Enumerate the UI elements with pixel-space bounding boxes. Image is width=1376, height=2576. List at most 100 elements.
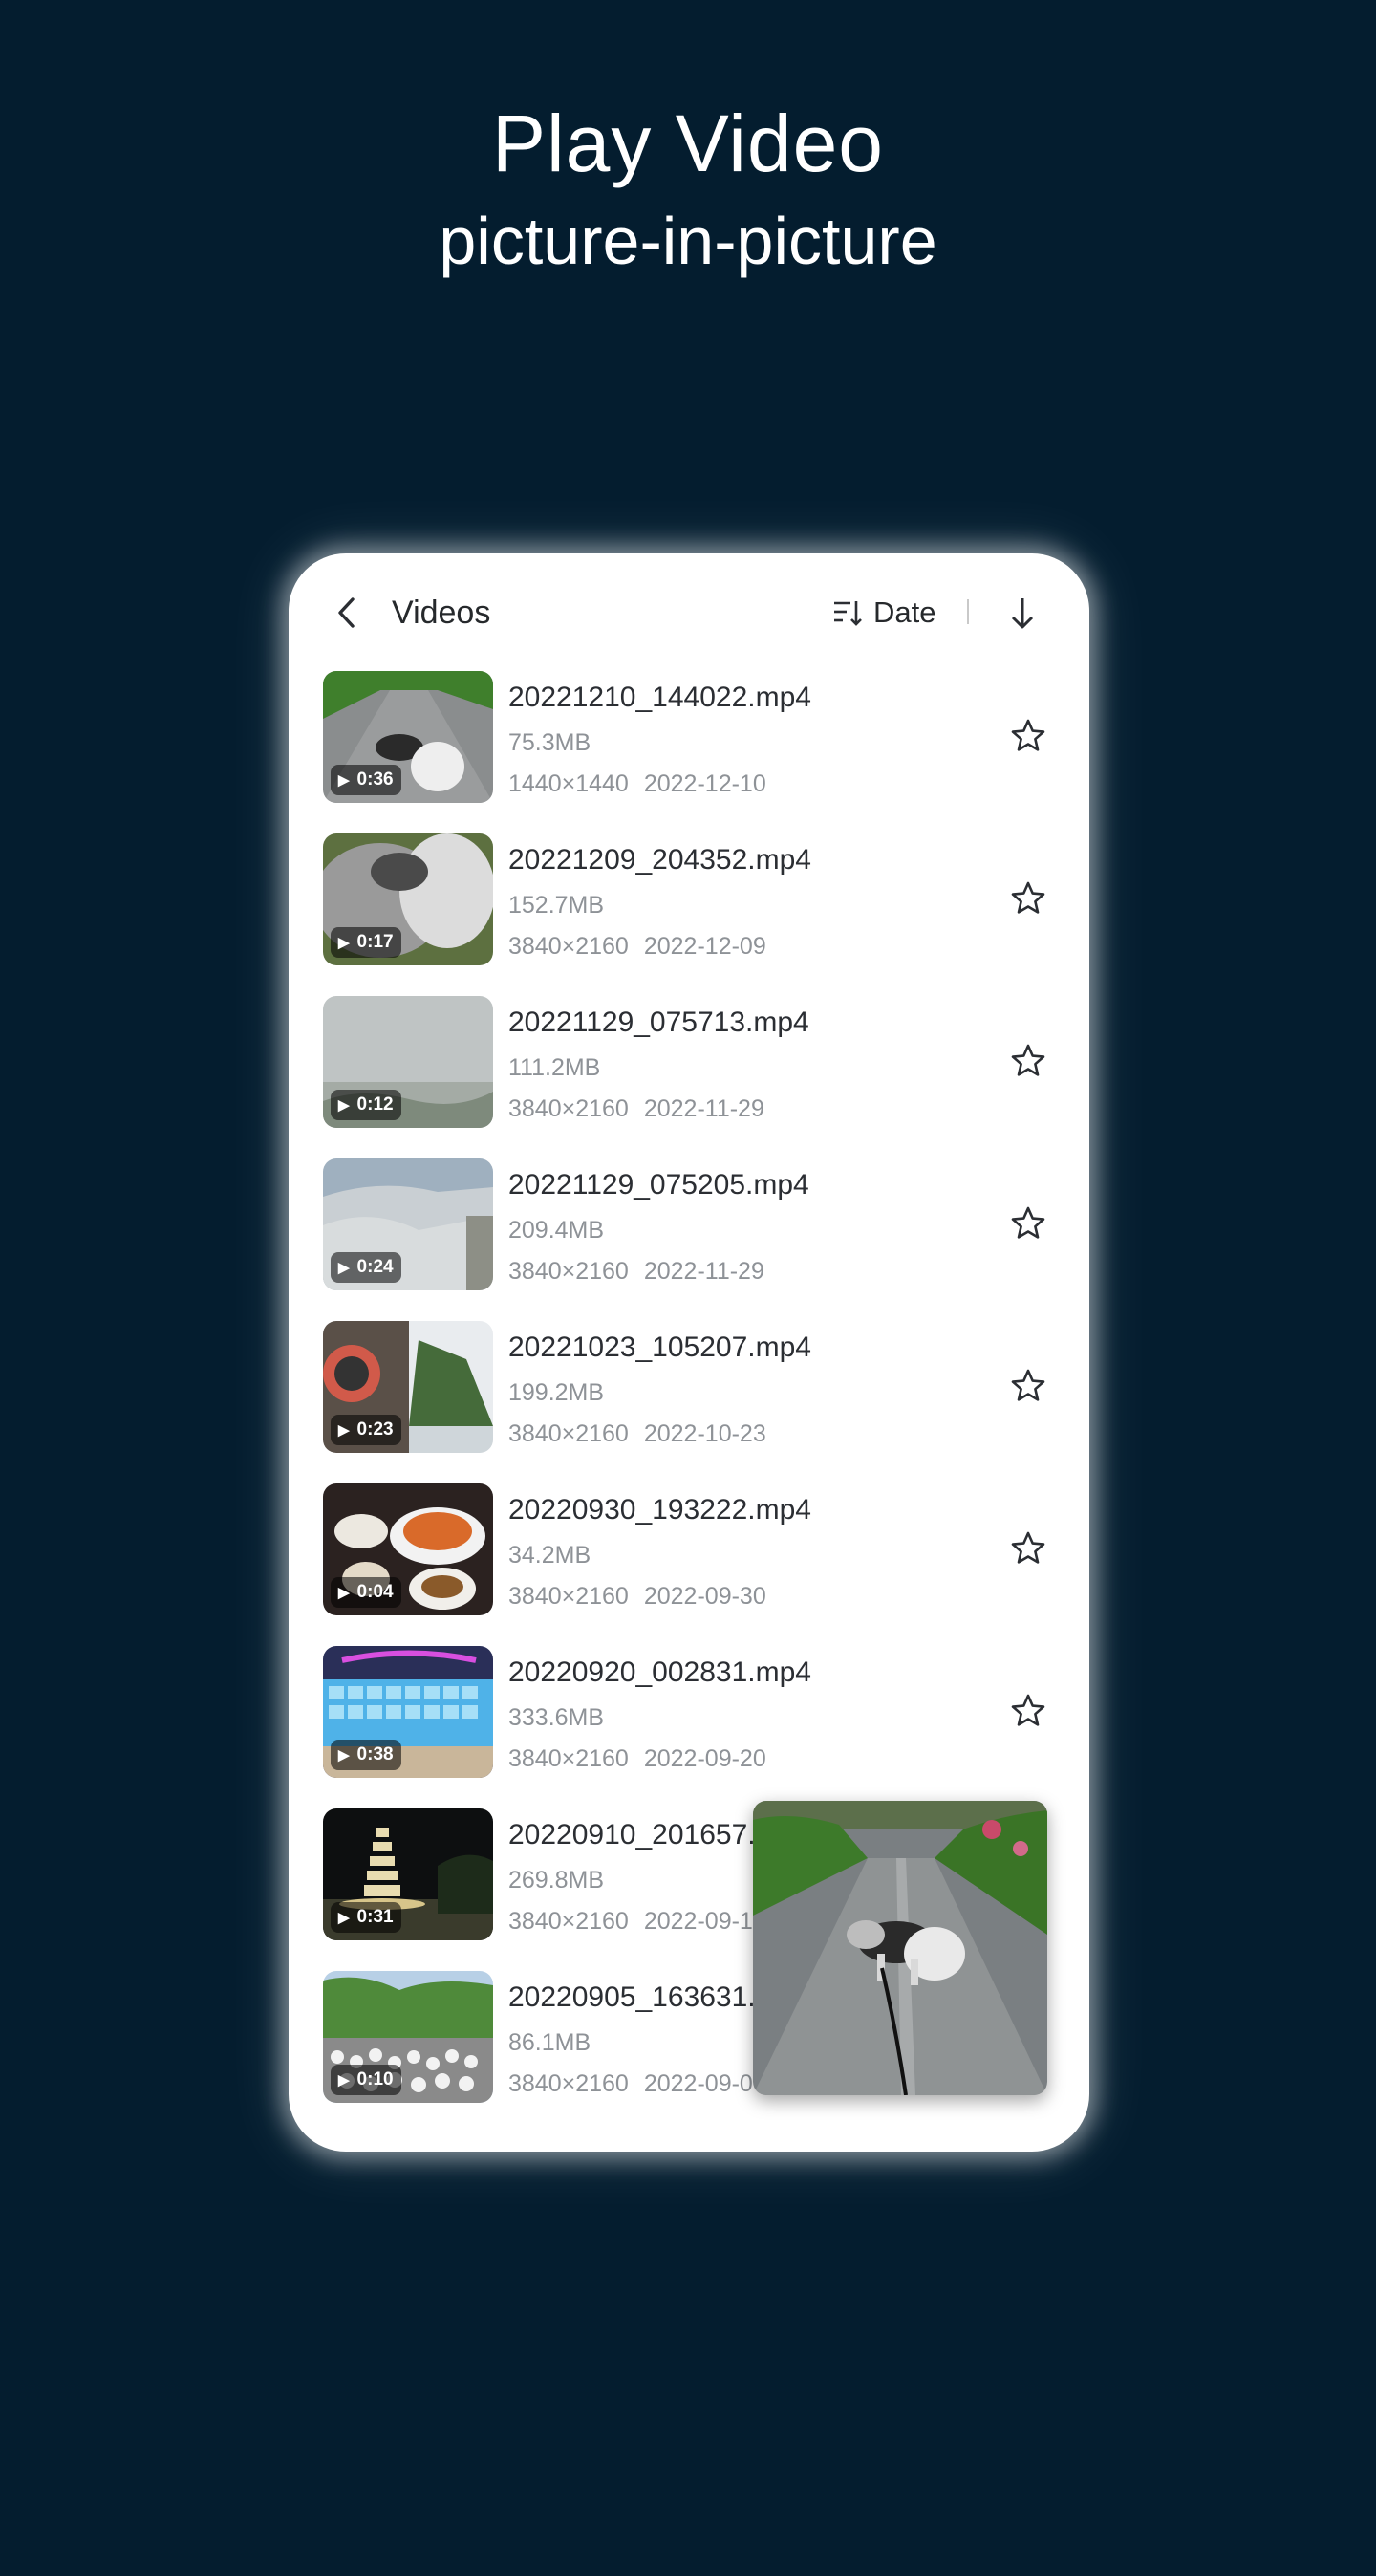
video-date: 2022-09-20 (643, 1745, 766, 1772)
video-list-item[interactable]: ▶ 0:36 20221210_144022.mp4 75.3MB 1440×1440 2… (323, 671, 1068, 833)
pip-video-window[interactable] (753, 1801, 1047, 2095)
sort-button[interactable]: Date (831, 594, 935, 632)
duration-badge: ▶ 0:10 (331, 2065, 401, 2095)
duration-text: 0:10 (356, 2069, 394, 2089)
video-date: 2022-11-29 (643, 1095, 764, 1122)
page-title: Videos (392, 595, 491, 631)
app-bar: Videos Date (289, 553, 1089, 673)
video-filesize: 111.2MB (508, 1054, 601, 1081)
video-filename: 20221129_075205.mp4 (508, 1169, 809, 1201)
video-date: 2022-11-29 (643, 1258, 764, 1285)
toolbar-divider (967, 599, 969, 624)
star-outline-icon[interactable] (1009, 1367, 1047, 1405)
play-icon: ▶ (338, 1422, 350, 1439)
video-date: 2022-12-10 (643, 770, 766, 797)
sort-icon (834, 601, 862, 626)
video-thumbnail[interactable]: ▶ 0:31 (323, 1808, 493, 1940)
video-filesize: 152.7MB (508, 892, 605, 919)
star-outline-icon[interactable] (1009, 1042, 1047, 1080)
video-meta: 3840×2160 2022-12-09 (508, 932, 766, 961)
video-resolution: 3840×2160 (508, 1258, 629, 1285)
play-icon: ▶ (338, 1097, 350, 1114)
play-icon: ▶ (338, 1260, 350, 1276)
duration-text: 0:38 (356, 1744, 394, 1764)
video-filename: 20220910_201657. (508, 1819, 756, 1851)
promo-headline: Play Video picture-in-picture (0, 96, 1376, 289)
duration-text: 0:17 (356, 932, 394, 952)
duration-text: 0:31 (356, 1907, 394, 1927)
star-outline-icon[interactable] (1009, 1529, 1047, 1568)
star-outline-icon[interactable] (1009, 1692, 1047, 1730)
video-thumbnail[interactable]: ▶ 0:38 (323, 1646, 493, 1778)
video-meta: 3840×2160 2022-09-1 (508, 1907, 753, 1936)
duration-badge: ▶ 0:04 (331, 1577, 401, 1608)
video-date: 2022-09-1 (643, 1908, 753, 1935)
video-thumbnail[interactable]: ▶ 0:23 (323, 1321, 493, 1453)
arrow-down-icon[interactable] (1003, 594, 1042, 632)
video-meta: 3840×2160 2022-09-20 (508, 1744, 766, 1773)
video-resolution: 3840×2160 (508, 1420, 629, 1447)
video-list-item[interactable]: ▶ 0:12 20221129_075713.mp4 111.2MB 3840×2160… (323, 996, 1068, 1158)
video-filename: 20221023_105207.mp4 (508, 1331, 811, 1363)
video-date: 2022-12-09 (643, 933, 766, 960)
video-filename: 20221209_204352.mp4 (508, 844, 811, 876)
video-meta: 3840×2160 2022-10-23 (508, 1419, 766, 1448)
video-filesize: 34.2MB (508, 1542, 591, 1569)
video-thumbnail[interactable]: ▶ 0:24 (323, 1158, 493, 1290)
video-thumbnail[interactable]: ▶ 0:36 (323, 671, 493, 803)
duration-badge: ▶ 0:24 (331, 1252, 401, 1283)
play-icon: ▶ (338, 935, 350, 951)
play-icon: ▶ (338, 772, 350, 789)
video-filesize: 199.2MB (508, 1379, 605, 1406)
video-resolution: 3840×2160 (508, 933, 629, 960)
phone-screen: Videos Date ▶ 0:36 20221210_144022.mp4 75.3… (289, 553, 1089, 2152)
duration-text: 0:04 (356, 1582, 394, 1602)
pip-video-frame (753, 1801, 1047, 2095)
video-meta: 3840×2160 2022-09-30 (508, 1582, 766, 1611)
duration-badge: ▶ 0:36 (331, 765, 401, 795)
duration-text: 0:12 (356, 1094, 394, 1115)
star-outline-icon[interactable] (1009, 1204, 1047, 1243)
duration-badge: ▶ 0:12 (331, 1090, 401, 1120)
video-thumbnail[interactable]: ▶ 0:12 (323, 996, 493, 1128)
video-list-item[interactable]: ▶ 0:17 20221209_204352.mp4 152.7MB 3840×2160… (323, 833, 1068, 996)
video-resolution: 3840×2160 (508, 1095, 629, 1122)
video-meta: 3840×2160 2022-11-29 (508, 1094, 764, 1123)
duration-badge: ▶ 0:23 (331, 1415, 401, 1445)
video-resolution: 3840×2160 (508, 1745, 629, 1772)
video-filename: 20220920_002831.mp4 (508, 1656, 811, 1688)
video-list-item[interactable]: ▶ 0:23 20221023_105207.mp4 199.2MB 3840×2160… (323, 1321, 1068, 1483)
video-list-item[interactable]: ▶ 0:24 20221129_075205.mp4 209.4MB 3840×2160… (323, 1158, 1068, 1321)
video-filename: 20221210_144022.mp4 (508, 682, 811, 713)
video-filesize: 75.3MB (508, 729, 591, 756)
video-filename: 20220930_193222.mp4 (508, 1494, 811, 1526)
play-icon: ▶ (338, 1585, 350, 1601)
duration-badge: ▶ 0:17 (331, 927, 401, 958)
video-date: 2022-09-0 (643, 2070, 753, 2097)
video-date: 2022-10-23 (643, 1420, 766, 1447)
video-list-item[interactable]: ▶ 0:04 20220930_193222.mp4 34.2MB 3840×2160 2… (323, 1483, 1068, 1646)
video-resolution: 3840×2160 (508, 2070, 629, 2097)
video-thumbnail[interactable]: ▶ 0:17 (323, 833, 493, 965)
star-outline-icon[interactable] (1009, 879, 1047, 918)
video-meta: 3840×2160 2022-11-29 (508, 1257, 764, 1286)
sort-label: Date (873, 595, 936, 629)
video-meta: 1440×1440 2022-12-10 (508, 769, 766, 798)
video-filesize: 86.1MB (508, 2029, 591, 2056)
play-icon: ▶ (338, 1747, 350, 1764)
video-list-item[interactable]: ▶ 0:38 20220920_002831.mp4 333.6MB 3840×2160… (323, 1646, 1068, 1808)
star-outline-icon[interactable] (1009, 717, 1047, 755)
duration-text: 0:36 (356, 769, 394, 790)
duration-badge: ▶ 0:31 (331, 1902, 401, 1933)
chevron-left-icon[interactable] (329, 594, 367, 632)
promo-subtitle: picture-in-picture (439, 204, 937, 278)
duration-badge: ▶ 0:38 (331, 1740, 401, 1770)
video-meta: 3840×2160 2022-09-0 (508, 2069, 753, 2098)
video-thumbnail[interactable]: ▶ 0:10 (323, 1971, 493, 2103)
video-filename: 20221129_075713.mp4 (508, 1007, 809, 1038)
duration-text: 0:24 (356, 1257, 394, 1277)
video-filesize: 209.4MB (508, 1217, 605, 1244)
promo-title: Play Video (491, 98, 885, 188)
video-thumbnail[interactable]: ▶ 0:04 (323, 1483, 493, 1615)
play-icon: ▶ (338, 2072, 350, 2089)
